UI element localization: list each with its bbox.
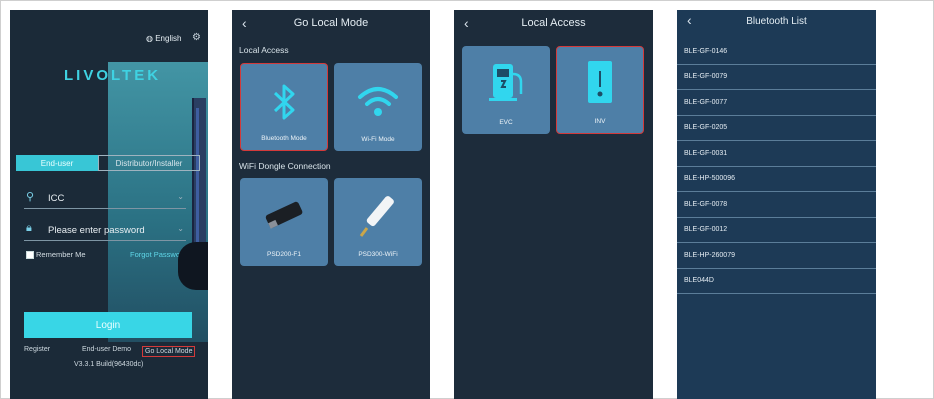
wifi-icon — [334, 81, 422, 126]
device-row[interactable]: BLE-GF-0012 — [677, 218, 876, 243]
login-screen: ◍ English ⚙ LIVOLTEK End-user Distributo… — [10, 10, 208, 399]
page-title: Local Access — [521, 17, 586, 29]
device-row[interactable]: BLE-GF-0078 — [677, 192, 876, 218]
ev-charger-icon — [462, 56, 550, 111]
local-access-screen: ‹ Local Access EVC INV — [454, 10, 653, 399]
go-local-mode-link[interactable]: Go Local Mode — [142, 346, 196, 357]
page-title: Bluetooth List — [746, 16, 807, 27]
section-dongle: WiFi Dongle Connection — [239, 161, 331, 171]
evc-tile[interactable]: EVC — [462, 46, 550, 134]
dongle-black-icon — [240, 192, 328, 247]
bluetooth-icon — [241, 82, 327, 127]
remember-checkbox[interactable] — [26, 250, 34, 259]
qr-scan-widget[interactable] — [178, 242, 208, 290]
device-row[interactable]: BLE-HP-500096 — [677, 167, 876, 192]
dongle-white-icon — [334, 192, 422, 247]
username-field[interactable]: ⚲ ICC ⌄ — [24, 188, 186, 209]
section-local-access: Local Access — [239, 45, 289, 55]
remember-me[interactable]: Remember Me — [26, 250, 86, 259]
password-field[interactable]: 🔒︎ Please enter password ⌄ — [24, 220, 186, 241]
inv-label: INV — [594, 118, 606, 125]
user-icon: ⚲ — [26, 191, 35, 203]
device-row[interactable]: BLE-GF-0146 — [677, 39, 876, 65]
bluetooth-mode-tile[interactable]: Bluetooth Mode — [240, 63, 328, 151]
device-row[interactable]: BLE044D — [677, 269, 876, 294]
globe-icon: ◍ — [146, 34, 153, 43]
username-value: ICC — [48, 193, 65, 204]
role-tabs: End-user Distributor/Installer — [16, 155, 200, 171]
evc-label: EVC — [499, 119, 513, 126]
inverter-icon — [557, 57, 643, 114]
tab-distributor[interactable]: Distributor/Installer — [98, 155, 200, 171]
dongle-psd300-tile[interactable]: PSD300-WiFi — [334, 178, 422, 266]
lock-icon: 🔒︎ — [26, 222, 32, 234]
dongle-psd300-label: PSD300-WiFi — [358, 251, 398, 258]
device-row[interactable]: BLE-GF-0205 — [677, 116, 876, 141]
device-row[interactable]: BLE-GF-0077 — [677, 90, 876, 116]
tab-enduser[interactable]: End-user — [16, 155, 98, 171]
enduser-demo-link[interactable]: End-user Demo — [82, 346, 131, 353]
bluetooth-mode-label: Bluetooth Mode — [261, 135, 307, 142]
page-title: Go Local Mode — [293, 17, 369, 29]
language-label: English — [155, 34, 182, 43]
device-row[interactable]: BLE-GF-0031 — [677, 141, 876, 167]
wifi-mode-tile[interactable]: Wi-Fi Mode — [334, 63, 422, 151]
local-mode-screen: ‹ Go Local Mode Local Access Bluetooth M… — [232, 10, 430, 399]
register-link[interactable]: Register — [24, 346, 50, 353]
app-logo: LIVOLTEK — [64, 67, 162, 84]
remember-label: Remember Me — [36, 250, 86, 259]
login-button[interactable]: Login — [24, 312, 192, 338]
device-row[interactable]: BLE-HP-260079 — [677, 243, 876, 269]
version-label: V3.3.1 Build(96430dc) — [74, 361, 144, 368]
device-row[interactable]: BLE-GF-0079 — [677, 65, 876, 90]
chevron-down-icon[interactable]: ⌄ — [177, 224, 184, 233]
inv-tile[interactable]: INV — [556, 46, 644, 134]
bluetooth-list-screen: ‹ Bluetooth List BLE-GF-0146 BLE-GF-0079… — [677, 10, 876, 399]
password-placeholder: Please enter password — [48, 225, 145, 236]
device-list: BLE-GF-0146 BLE-GF-0079 BLE-GF-0077 BLE-… — [677, 39, 876, 294]
dongle-psd200-label: PSD200-F1 — [267, 251, 301, 258]
wifi-mode-label: Wi-Fi Mode — [361, 136, 395, 143]
language-selector[interactable]: ◍ English — [146, 34, 181, 43]
chevron-down-icon[interactable]: ⌄ — [177, 192, 184, 201]
dongle-psd200-tile[interactable]: PSD200-F1 — [240, 178, 328, 266]
gear-icon[interactable]: ⚙ — [192, 32, 201, 43]
